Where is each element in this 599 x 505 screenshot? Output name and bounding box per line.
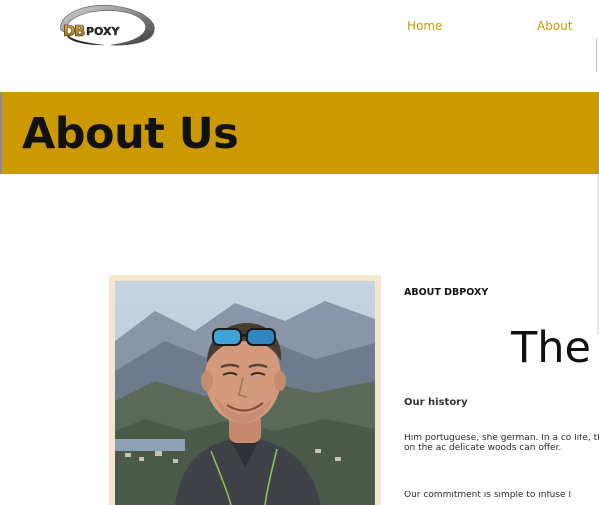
svg-text:B: B bbox=[74, 22, 85, 40]
commitment-paragraph: Our commitment is simple to infuse l bbox=[404, 491, 571, 500]
section-heading: The bbox=[511, 323, 591, 373]
page-edge-divider bbox=[596, 38, 597, 72]
founder-photo-frame bbox=[109, 275, 381, 505]
dbpoxy-logo[interactable]: D B POXY bbox=[53, 0, 161, 48]
hero-left-edge bbox=[0, 92, 2, 174]
nav-home-link[interactable]: Home bbox=[407, 19, 442, 33]
section-eyebrow: ABOUT DBPOXY bbox=[404, 287, 489, 298]
founder-portrait-image bbox=[115, 281, 375, 505]
nav-about-link[interactable]: About bbox=[537, 19, 572, 33]
section-subheading: Our history bbox=[404, 397, 468, 408]
hero-banner: About Us bbox=[0, 92, 599, 174]
svg-text:POXY: POXY bbox=[86, 25, 121, 38]
history-paragraph-clip: Him portuguese, she german. In a co life… bbox=[404, 434, 599, 468]
page-title: About Us bbox=[22, 109, 239, 159]
history-paragraph: Him portuguese, she german. In a co life… bbox=[404, 434, 599, 453]
site-header: D B POXY Home About bbox=[0, 0, 599, 92]
founder-photo bbox=[115, 281, 375, 505]
logo-swoosh-icon: D B POXY bbox=[60, 4, 155, 46]
